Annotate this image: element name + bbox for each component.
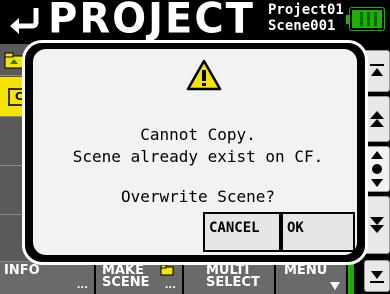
ok-button[interactable]: OK (281, 212, 355, 252)
dialog-message-line1: Cannot Copy. (140, 125, 256, 144)
project-scene-name: Project01 Scene001 (268, 2, 344, 34)
function-key-bar: INFO ... MAKE SCENE ... MULTI SELECT MEN… (0, 262, 362, 294)
dialog-message-line2: Scene already exist on CF. (72, 147, 324, 166)
header-bar: PROJECT Project01 Scene001 (0, 0, 390, 44)
menu-arrow-icon (330, 282, 340, 290)
cancel-button[interactable]: CANCEL (203, 212, 281, 252)
scroll-bottom-button[interactable] (364, 260, 390, 292)
new-folder-icon (160, 264, 174, 276)
scroll-position-icon (371, 151, 383, 187)
active-indicator (348, 262, 354, 294)
project-name: Project01 (268, 2, 344, 18)
page-title: PROJECT (48, 0, 255, 44)
scroll-up-icon (370, 111, 384, 127)
menu-button[interactable]: MENU (276, 262, 348, 294)
multi-select-button[interactable]: MULTI SELECT (184, 262, 276, 294)
make-scene-button[interactable]: MAKE SCENE ... (96, 262, 184, 294)
back-button[interactable] (6, 4, 42, 36)
scene-name: Scene001 (268, 18, 336, 34)
warning-icon (186, 59, 222, 91)
battery-icon (346, 8, 384, 30)
scroll-top-icon (370, 64, 384, 76)
info-button-label: INFO (4, 263, 40, 278)
dialog-question: Overwrite Scene? (120, 187, 276, 206)
scroll-down-icon (370, 217, 384, 233)
return-arrow-icon (10, 8, 39, 34)
scroll-bottom-icon (370, 271, 384, 283)
confirm-dialog: Cannot Copy. Scene already exist on CF. … (30, 46, 360, 258)
info-button[interactable]: INFO ... (0, 262, 96, 294)
